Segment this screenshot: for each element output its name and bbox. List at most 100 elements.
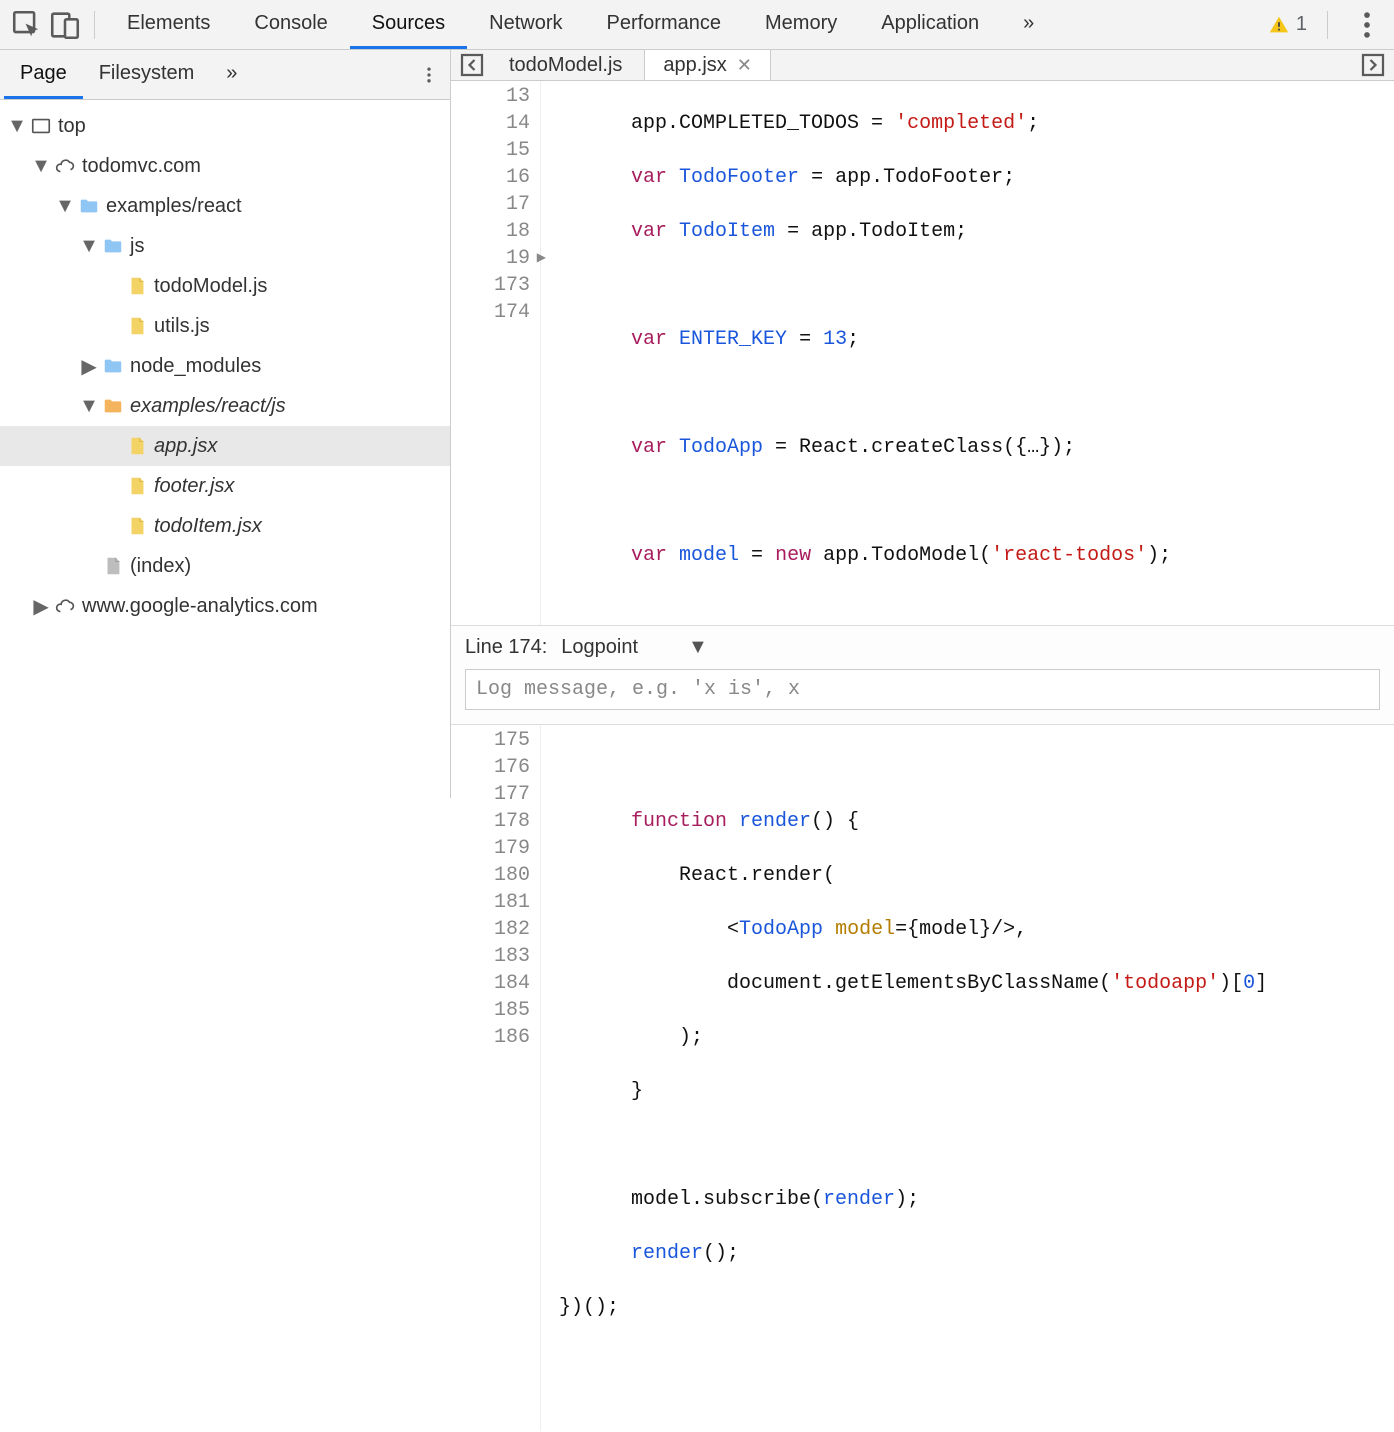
line-number[interactable]: 185: [451, 997, 530, 1024]
devtools-topbar: Elements Console Sources Network Perform…: [0, 0, 1394, 50]
logpoint-input[interactable]: [465, 669, 1380, 710]
sources-sidebar: Page Filesystem » ▼ top ▼ todomvc.com ▼: [0, 50, 451, 798]
source-text[interactable]: function render() { React.render( <TodoA…: [541, 725, 1394, 1431]
nav-forward-icon[interactable]: [1358, 50, 1388, 80]
sidebar-kebab-icon[interactable]: [412, 65, 446, 85]
line-number[interactable]: 186: [451, 1024, 530, 1051]
line-number[interactable]: 177: [451, 781, 530, 808]
folder-icon: [78, 195, 100, 217]
jsfile-icon: [126, 275, 148, 297]
line-number[interactable]: 182: [451, 916, 530, 943]
line-number-foldable[interactable]: 19: [451, 245, 530, 272]
tab-application[interactable]: Application: [859, 0, 1001, 49]
warnings-badge[interactable]: 1: [1268, 13, 1307, 36]
line-number[interactable]: 13: [451, 83, 530, 110]
tree-file-app[interactable]: app.jsx: [0, 426, 450, 466]
tree-node-nodemods[interactable]: ▶ node_modules: [0, 346, 450, 386]
line-number[interactable]: 183: [451, 943, 530, 970]
tab-elements[interactable]: Elements: [105, 0, 232, 49]
disclosure-right-icon: ▶: [34, 594, 48, 619]
device-toggle-icon[interactable]: [48, 8, 82, 42]
tree-label: footer.jsx: [154, 475, 234, 498]
source-text[interactable]: app.COMPLETED_TODOS = 'completed'; var T…: [541, 81, 1394, 625]
line-number[interactable]: 17: [451, 191, 530, 218]
tree-file-todomodel[interactable]: todoModel.js: [0, 266, 450, 306]
disclosure-down-icon: ▼: [58, 195, 72, 218]
tree-node-domain2[interactable]: ▶ www.google-analytics.com: [0, 586, 450, 626]
disclosure-down-icon: ▼: [34, 155, 48, 178]
tree-label: todoModel.js: [154, 275, 267, 298]
separator: [94, 11, 95, 39]
close-icon[interactable]: ✕: [737, 55, 752, 76]
tree-label: todomvc.com: [82, 155, 201, 178]
tree-label: app.jsx: [154, 435, 217, 458]
folder-icon: [102, 395, 124, 417]
tree-file-todoitem[interactable]: todoItem.jsx: [0, 506, 450, 546]
tree-file-footer[interactable]: footer.jsx: [0, 466, 450, 506]
tree-label: top: [58, 115, 86, 138]
tree-label: examples/react: [106, 195, 242, 218]
editor-tab-label: app.jsx: [663, 54, 726, 77]
jsfile-icon: [126, 475, 148, 497]
tree-node-domain[interactable]: ▼ todomvc.com: [0, 146, 450, 186]
editor-tab-todomodel[interactable]: todoModel.js: [491, 50, 640, 80]
editor-tab-label: todoModel.js: [509, 54, 622, 77]
tree-label: utils.js: [154, 315, 210, 338]
tree-label: (index): [130, 555, 191, 578]
line-number[interactable]: 175: [451, 727, 530, 754]
tree-node-top[interactable]: ▼ top: [0, 106, 450, 146]
tree-node-folder-js[interactable]: ▼ js: [0, 226, 450, 266]
breakpoint-type-value: Logpoint: [561, 636, 638, 659]
line-number[interactable]: 179: [451, 835, 530, 862]
tab-network[interactable]: Network: [467, 0, 584, 49]
editor-tabs: todoModel.js app.jsx ✕: [451, 50, 1394, 81]
disclosure-down-icon: ▼: [82, 235, 96, 258]
tab-sources[interactable]: Sources: [350, 0, 467, 49]
tree-node-folder[interactable]: ▼ examples/react: [0, 186, 450, 226]
tree-label: todoItem.jsx: [154, 515, 262, 538]
sidebar-tabs: Page Filesystem »: [0, 50, 450, 100]
editor-tab-app[interactable]: app.jsx ✕: [644, 50, 770, 80]
nav-back-icon[interactable]: [457, 50, 487, 80]
line-number[interactable]: 181: [451, 889, 530, 916]
line-number[interactable]: 176: [451, 754, 530, 781]
gutter[interactable]: 13 14 15 16 17 18 19 173 174: [451, 81, 541, 625]
kebab-menu-icon[interactable]: [1350, 8, 1384, 42]
line-number[interactable]: 16: [451, 164, 530, 191]
separator: [1327, 11, 1328, 39]
tree-file-utils[interactable]: utils.js: [0, 306, 450, 346]
tab-console[interactable]: Console: [232, 0, 349, 49]
tab-memory[interactable]: Memory: [743, 0, 859, 49]
panel-tabs: Elements Console Sources Network Perform…: [105, 0, 1268, 49]
tab-performance[interactable]: Performance: [585, 0, 744, 49]
sidebar-tab-page[interactable]: Page: [4, 50, 83, 99]
line-number[interactable]: 180: [451, 862, 530, 889]
code-block-bottom: 175 176 177 178 179 180 181 182 183 184 …: [451, 725, 1394, 1431]
logpoint-editor: Line 174: Logpoint ▼: [451, 625, 1394, 725]
line-number[interactable]: 174: [451, 299, 530, 326]
cloud-icon: [54, 155, 76, 177]
line-number[interactable]: 15: [451, 137, 530, 164]
warning-count: 1: [1296, 13, 1307, 36]
sidebar-tab-filesystem[interactable]: Filesystem: [83, 50, 211, 99]
line-number[interactable]: 14: [451, 110, 530, 137]
gutter[interactable]: 175 176 177 178 179 180 181 182 183 184 …: [451, 725, 541, 1431]
folder-icon: [102, 235, 124, 257]
line-number[interactable]: 173: [451, 272, 530, 299]
disclosure-right-icon: ▶: [82, 354, 96, 379]
disclosure-down-icon: ▼: [10, 115, 24, 138]
disclosure-down-icon: ▼: [82, 395, 96, 418]
chevron-down-icon: ▼: [688, 636, 708, 659]
inspect-icon[interactable]: [10, 8, 44, 42]
line-number[interactable]: 178: [451, 808, 530, 835]
line-number[interactable]: 18: [451, 218, 530, 245]
sidebar-tabs-overflow[interactable]: »: [210, 50, 253, 99]
tree-file-index[interactable]: (index): [0, 546, 450, 586]
code-block-top: 13 14 15 16 17 18 19 173 174 app.COMPLET…: [451, 81, 1394, 625]
tabs-overflow[interactable]: »: [1001, 0, 1056, 49]
frame-icon: [30, 115, 52, 137]
tree-node-sourcemap[interactable]: ▼ examples/react/js: [0, 386, 450, 426]
breakpoint-type-select[interactable]: Logpoint ▼: [561, 636, 708, 659]
folder-icon: [102, 355, 124, 377]
line-number[interactable]: 184: [451, 970, 530, 997]
